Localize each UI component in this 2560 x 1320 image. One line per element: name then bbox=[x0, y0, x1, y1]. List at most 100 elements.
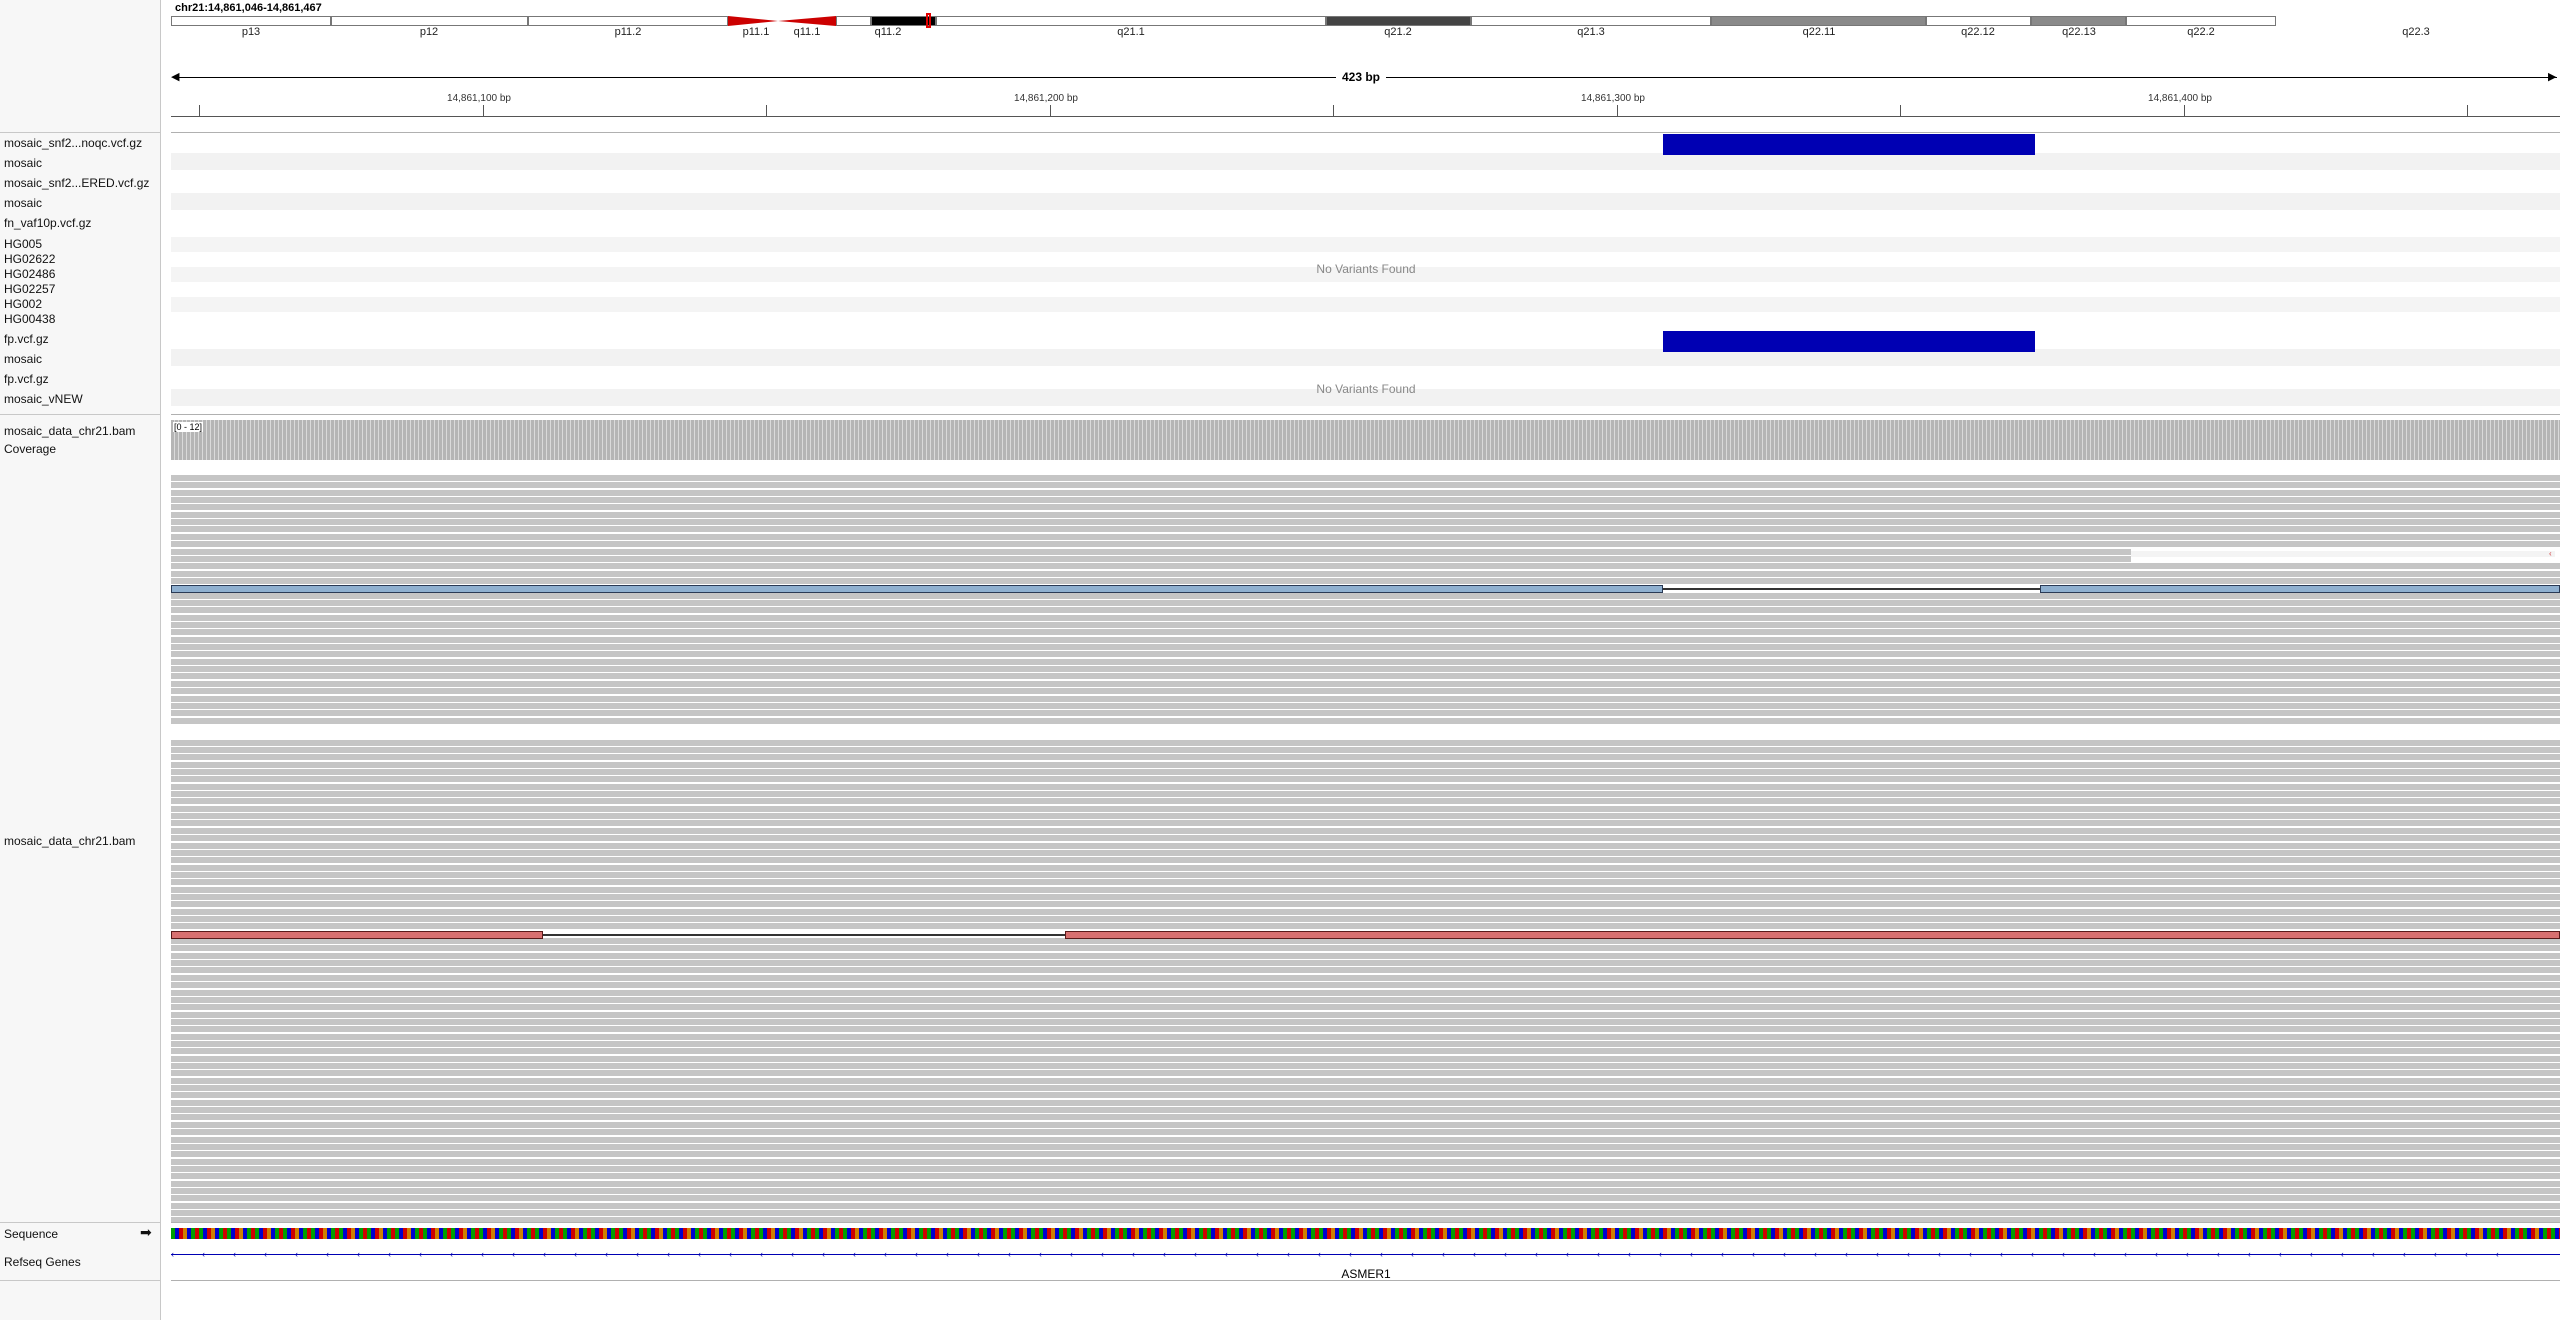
ideogram-band[interactable] bbox=[728, 16, 778, 26]
read-row[interactable] bbox=[171, 975, 2560, 981]
read-row[interactable] bbox=[171, 703, 2560, 709]
read-row[interactable] bbox=[171, 828, 2560, 834]
read-row[interactable] bbox=[171, 666, 2560, 672]
read-row[interactable] bbox=[171, 600, 2560, 606]
read-row[interactable] bbox=[171, 747, 2560, 753]
read-row[interactable] bbox=[171, 549, 2131, 555]
track-name-snf2-noqc[interactable]: mosaic_snf2...noqc.vcf.gz bbox=[4, 136, 142, 150]
read-row[interactable] bbox=[171, 762, 2560, 768]
split-read-red-right[interactable] bbox=[1065, 931, 2560, 939]
read-row[interactable] bbox=[171, 681, 2560, 687]
track-name-mosaic-1[interactable]: mosaic bbox=[4, 156, 42, 170]
track-name-mosaic-vnew[interactable]: mosaic_vNEW bbox=[4, 392, 83, 406]
read-row[interactable] bbox=[171, 820, 2560, 826]
read-row[interactable] bbox=[171, 512, 2560, 518]
ideogram-band[interactable] bbox=[936, 16, 1326, 26]
track-name-coverage[interactable]: mosaic_data_chr21.bam Coverage bbox=[4, 422, 154, 458]
read-row[interactable] bbox=[171, 1092, 2560, 1098]
sample-name-hg005[interactable]: HG005 bbox=[4, 237, 42, 251]
gene-name-label[interactable]: ASMER1 bbox=[1341, 1267, 1390, 1281]
read-row[interactable] bbox=[171, 482, 2560, 488]
read-row[interactable] bbox=[171, 997, 2560, 1003]
read-row[interactable] bbox=[171, 1107, 2560, 1113]
read-row[interactable] bbox=[171, 541, 2560, 547]
read-row[interactable] bbox=[171, 1056, 2560, 1062]
read-row[interactable] bbox=[171, 843, 2560, 849]
read-row[interactable] bbox=[171, 784, 2560, 790]
read-row[interactable] bbox=[171, 593, 2560, 599]
ideogram-band[interactable] bbox=[1326, 16, 1471, 26]
read-row[interactable] bbox=[171, 982, 2560, 988]
ideogram-band[interactable] bbox=[1471, 16, 1711, 26]
read-row[interactable] bbox=[171, 1188, 2560, 1194]
read-row[interactable] bbox=[171, 1173, 2560, 1179]
read-row[interactable] bbox=[171, 563, 2560, 569]
read-row[interactable] bbox=[171, 651, 2560, 657]
read-row[interactable] bbox=[171, 659, 2560, 665]
read-row[interactable] bbox=[171, 967, 2560, 973]
read-row[interactable] bbox=[171, 740, 2560, 746]
read-row[interactable] bbox=[171, 571, 2560, 577]
track-name-mosaic-3[interactable]: mosaic bbox=[4, 352, 42, 366]
read-row[interactable] bbox=[171, 673, 2560, 679]
read-row[interactable] bbox=[171, 776, 2560, 782]
read-row[interactable] bbox=[171, 710, 2560, 716]
read-row[interactable] bbox=[171, 1210, 2560, 1216]
read-row[interactable] bbox=[171, 629, 2560, 635]
ideogram-band[interactable] bbox=[836, 16, 871, 26]
read-row[interactable] bbox=[171, 791, 2560, 797]
read-row[interactable] bbox=[171, 1026, 2560, 1032]
sample-name-hg002[interactable]: HG002 bbox=[4, 297, 42, 311]
track-name-refseq[interactable]: Refseq Genes bbox=[4, 1255, 81, 1269]
sample-name-hg00438[interactable]: HG00438 bbox=[4, 312, 55, 326]
read-row[interactable] bbox=[171, 1100, 2560, 1106]
read-row[interactable] bbox=[171, 688, 2560, 694]
ideogram-band[interactable] bbox=[778, 16, 836, 26]
read-row[interactable] bbox=[171, 857, 2560, 863]
read-row[interactable] bbox=[171, 1034, 2560, 1040]
chromosome-ideogram[interactable]: p13 p12 p11.2 p11.1 q11.1 q11.2 q21.1 q21.2 q21.… bbox=[171, 0, 2560, 40]
read-row[interactable] bbox=[171, 960, 2560, 966]
read-row[interactable] bbox=[171, 556, 2131, 562]
read-row[interactable] bbox=[171, 526, 2560, 532]
read-row[interactable] bbox=[171, 1129, 2560, 1135]
track-name-bam[interactable]: mosaic_data_chr21.bam bbox=[4, 834, 135, 848]
read-row[interactable] bbox=[171, 519, 2560, 525]
ideogram-band[interactable] bbox=[528, 16, 728, 26]
read-row[interactable] bbox=[171, 798, 2560, 804]
split-read-blue-right[interactable] bbox=[2040, 585, 2560, 593]
read-row[interactable] bbox=[171, 534, 2560, 540]
read-row[interactable] bbox=[171, 945, 2560, 951]
strand-arrow-icon[interactable]: ➡ bbox=[140, 1225, 152, 1239]
read-row[interactable] bbox=[171, 1122, 2560, 1128]
read-row[interactable] bbox=[171, 1085, 2560, 1091]
read-row[interactable] bbox=[171, 1063, 2560, 1069]
read-row[interactable] bbox=[171, 806, 2560, 812]
read-row[interactable] bbox=[171, 1048, 2560, 1054]
read-row[interactable] bbox=[171, 769, 2560, 775]
read-row[interactable] bbox=[171, 909, 2560, 915]
read-row[interactable] bbox=[171, 1137, 2560, 1143]
track-name-fp-2[interactable]: fp.vcf.gz bbox=[4, 372, 49, 386]
variant-bar-2[interactable] bbox=[1663, 331, 2035, 352]
read-row[interactable] bbox=[171, 490, 2560, 496]
read-row[interactable] bbox=[171, 637, 2560, 643]
read-row[interactable] bbox=[171, 1078, 2560, 1084]
read-row[interactable] bbox=[171, 497, 2560, 503]
read-row[interactable] bbox=[171, 923, 2560, 929]
coverage-histogram[interactable] bbox=[171, 420, 2560, 460]
read-row[interactable] bbox=[171, 1181, 2560, 1187]
read-row[interactable] bbox=[171, 578, 2560, 584]
read-row[interactable] bbox=[171, 1070, 2560, 1076]
read-row[interactable] bbox=[171, 872, 2560, 878]
read-row[interactable] bbox=[171, 754, 2560, 760]
read-row[interactable] bbox=[171, 901, 2560, 907]
ideogram-band[interactable] bbox=[1926, 16, 2031, 26]
read-row[interactable] bbox=[171, 1019, 2560, 1025]
sample-name-hg02486[interactable]: HG02486 bbox=[4, 267, 55, 281]
split-read-blue-left[interactable] bbox=[171, 585, 1663, 593]
read-row[interactable] bbox=[171, 622, 2560, 628]
ideogram-band[interactable] bbox=[1711, 16, 1926, 26]
read-row[interactable] bbox=[171, 607, 2560, 613]
track-name-mosaic-2[interactable]: mosaic bbox=[4, 196, 42, 210]
